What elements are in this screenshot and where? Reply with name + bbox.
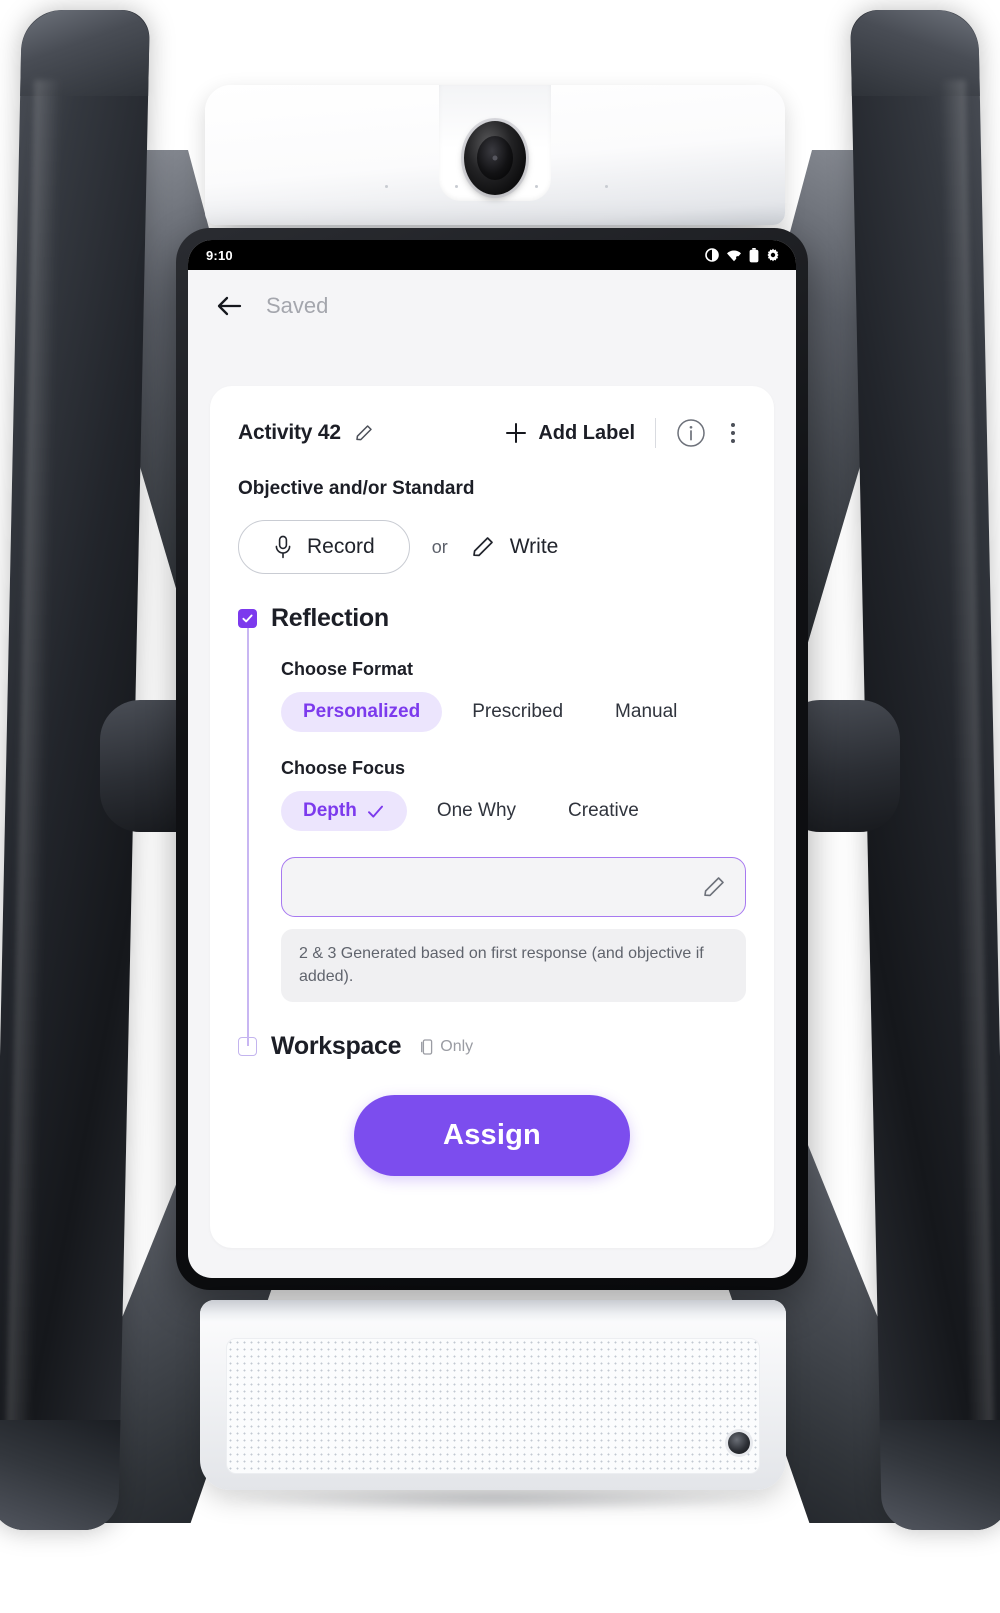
battery-icon [749,247,759,262]
focus-chip-one-why-label: One Why [436,800,517,821]
assign-button-row: Assign [238,1095,746,1177]
format-chip-manual-label: Manual [615,701,678,722]
app-bar: Saved [188,270,796,342]
microphone-icon [275,535,291,559]
post-right-bottom-bevel [879,1420,1000,1530]
record-button[interactable]: Record [238,520,410,574]
or-separator-label: or [431,536,448,557]
page-title: Activity 42 [238,421,341,444]
reflection-timeline-line [247,628,249,1046]
pencil-icon[interactable] [701,874,727,900]
pencil-icon [472,537,493,557]
focus-chip-group: Depth One Why Creative [281,791,746,831]
objective-input-options: Record or Write [238,520,746,574]
activity-card: Activity 42 Add Label Objective and/or S… [210,386,774,1248]
camera-lens-highlight [492,155,498,161]
focus-chip-one-why[interactable]: One Why [415,791,538,831]
format-chip-prescribed-label: Prescribed [472,701,564,722]
robot-head-pod [205,85,785,225]
base-top-edge [200,1300,786,1322]
choose-focus-heading: Choose Focus [281,758,406,778]
device-photo-scene: 9:10 Saved Activity 42 Add Label Objecti… [0,0,1000,1613]
format-chip-group: Personalized Prescribed Manual [281,692,746,732]
post-right-sheen [939,80,995,1440]
status-bar-icons [705,247,780,263]
microphone-array [205,185,785,189]
check-icon [242,614,253,623]
add-label-text: Add Label [538,421,635,444]
reflection-prompt-input[interactable] [281,857,746,917]
speaker-grille [226,1338,760,1474]
focus-chip-depth[interactable]: Depth [281,791,407,831]
choose-format-heading: Choose Format [281,659,414,679]
plus-icon [506,423,527,443]
info-circle-icon[interactable] [676,418,706,448]
status-bar-clock: 9:10 [206,247,233,263]
assign-button[interactable]: Assign [354,1095,630,1177]
format-chip-personalized-label: Personalized [303,701,421,722]
tablet-icon [421,1039,433,1055]
objective-heading: Objective and/or Standard [238,478,475,499]
add-label-button[interactable]: Add Label [504,421,635,445]
write-button[interactable]: Write [470,534,559,560]
reflection-hint-text: 2 & 3 Generated based on first response … [281,929,746,1003]
dnd-icon [705,248,719,262]
edit-title-pencil-icon[interactable] [353,422,375,444]
record-button-label: Record [307,535,375,558]
gear-icon [767,248,779,262]
camera-icon [464,121,526,195]
camera-lens [477,136,513,180]
tablet-screen: 9:10 Saved Activity 42 Add Label Objecti… [188,240,796,1278]
post-left-bottom-bevel [0,1420,121,1530]
focus-chip-creative[interactable]: Creative [546,791,661,831]
reflection-checkbox[interactable] [238,609,257,628]
workspace-label: Workspace [271,1032,402,1061]
back-arrow-icon[interactable] [214,291,244,321]
card-header: Activity 42 Add Label [238,418,746,448]
workspace-toggle-row[interactable]: Workspace Only [238,1032,746,1061]
audio-jack-port [728,1432,750,1454]
format-chip-prescribed[interactable]: Prescribed [450,692,585,732]
card-header-actions: Add Label [504,418,746,448]
format-chip-personalized[interactable]: Personalized [281,692,443,732]
workspace-only-badge: Only [421,1038,473,1056]
workspace-only-text: Only [440,1037,474,1055]
focus-chip-depth-label: Depth [303,800,357,821]
status-bar: 9:10 [188,240,796,270]
reflection-section: Reflection Choose Format Personalized Pr… [238,604,746,1046]
saved-status-label: Saved [266,293,329,318]
post-left-sheen [5,80,61,1440]
reflection-body: Choose Format Personalized Prescribed Ma… [281,659,746,1003]
reflection-label: Reflection [271,604,389,632]
focus-chip-creative-label: Creative [568,800,639,821]
format-chip-manual[interactable]: Manual [593,692,699,732]
kebab-menu-icon[interactable] [720,423,746,443]
check-icon [367,805,383,818]
wifi-icon [727,250,741,261]
reflection-toggle-row[interactable]: Reflection [238,604,746,633]
header-divider [655,418,656,448]
tablet-device: 9:10 Saved Activity 42 Add Label Objecti… [176,228,808,1290]
speaker-base [200,1300,786,1490]
write-button-label: Write [509,535,559,558]
